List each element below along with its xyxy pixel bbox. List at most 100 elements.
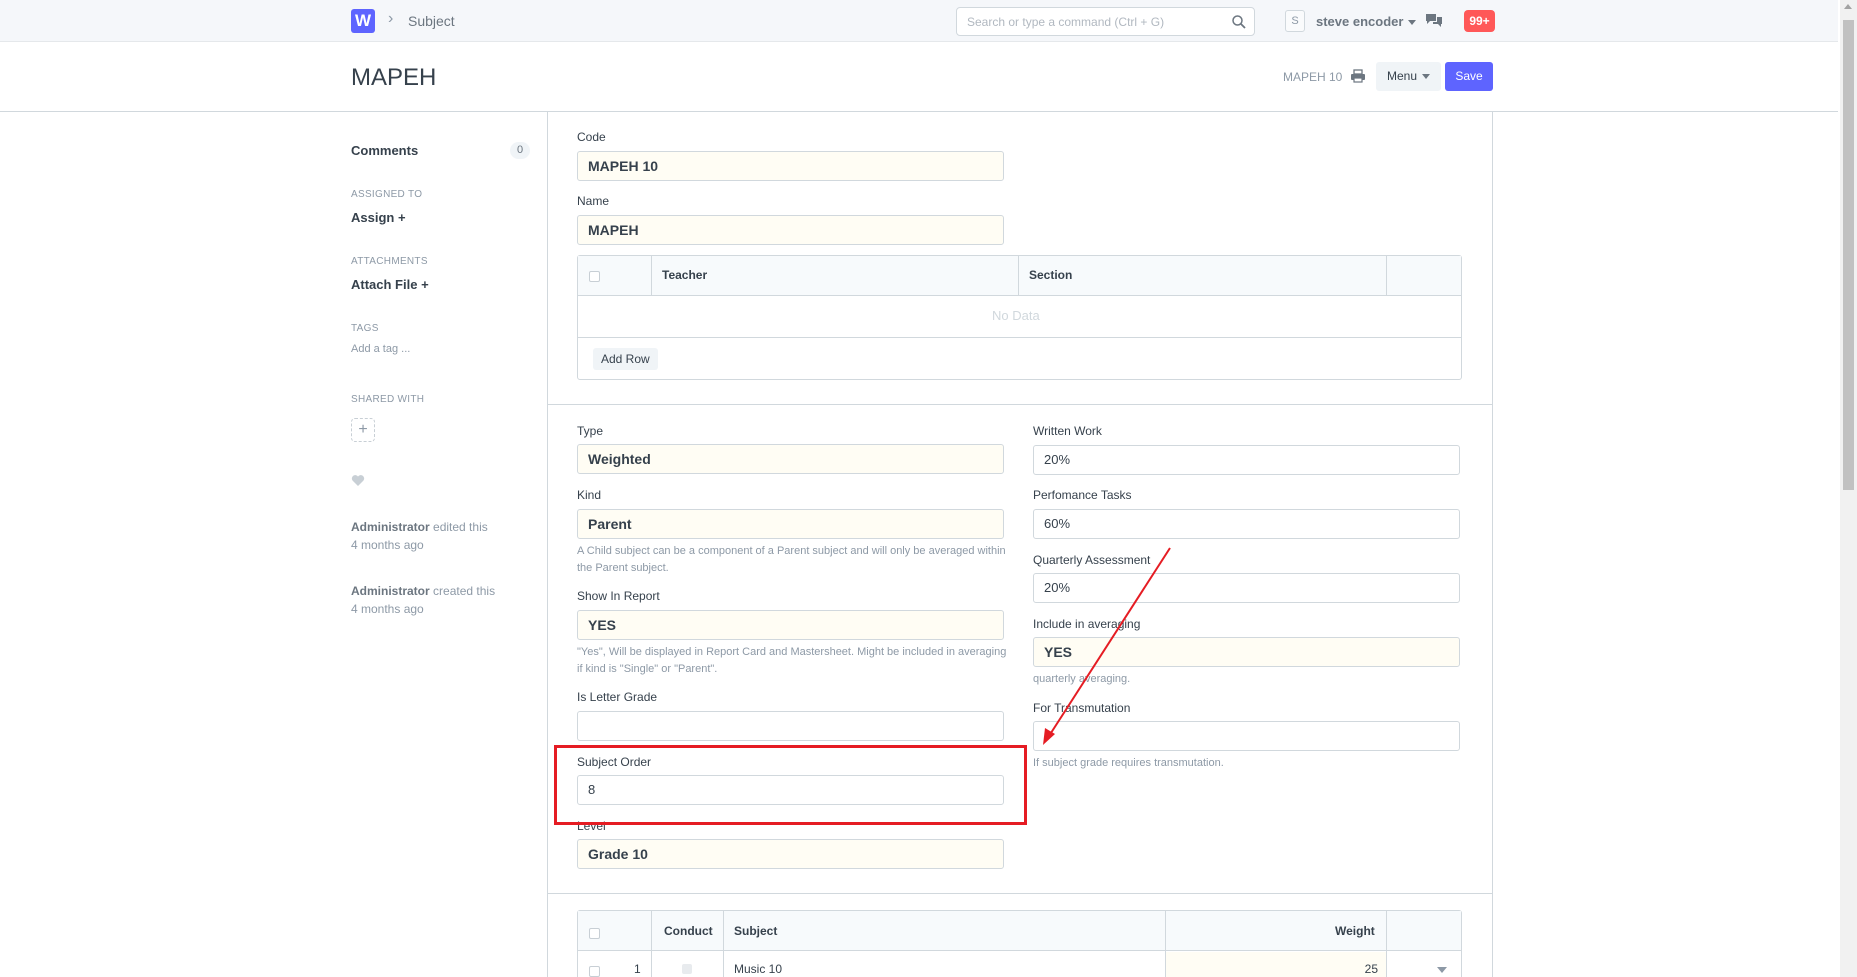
divider [578,337,1461,338]
code-field[interactable]: MAPEH 10 [577,151,1004,181]
activity-action: edited this [433,520,488,534]
activity-item: Administrator edited this 4 months ago [351,518,488,554]
save-button[interactable]: Save [1445,62,1493,91]
activity-user[interactable]: Administrator [351,520,430,534]
show-in-report-label: Show In Report [577,589,660,603]
share-add-button[interactable]: + [351,418,375,442]
grid-header [578,256,1461,296]
assigned-heading: ASSIGNED TO [351,189,423,200]
chevron-right-icon: › [388,10,394,27]
assign-label: Assign [351,210,395,225]
weight-cell-bg [1166,952,1386,977]
assign-link[interactable]: Assign + [351,210,406,225]
is-letter-grade-field[interactable] [577,711,1004,741]
name-label: Name [577,194,610,208]
is-letter-grade-label: Is Letter Grade [577,690,658,704]
conduct-checkbox[interactable] [682,964,692,974]
teachers-grid: Teacher Section No Data Add Row [577,255,1462,380]
level-field[interactable]: Grade 10 [577,839,1004,869]
subject-column-header: Subject [734,924,778,938]
avatar[interactable]: S [1285,10,1305,32]
activity-item: Administrator created this 4 months ago [351,582,495,618]
include-averaging-field[interactable]: YES [1033,637,1460,667]
activity-user[interactable]: Administrator [351,584,430,598]
add-row-button[interactable]: Add Row [593,348,658,370]
activity-time: 4 months ago [351,538,424,552]
plus-icon: + [397,210,406,225]
for-transmutation-field[interactable] [1033,721,1460,751]
teacher-column-header: Teacher [662,268,708,282]
no-data-text: No Data [992,308,1040,323]
search-box[interactable] [956,7,1255,36]
performance-tasks-label: Perfomance Tasks [1033,488,1132,502]
comments-count-badge: 0 [510,142,530,159]
for-transmutation-help: If subject grade requires transmutation. [1033,757,1224,769]
row-expand-icon[interactable] [1437,967,1447,973]
row-index: 1 [634,962,641,976]
show-in-report-help: "Yes", Will be displayed in Report Card … [577,646,1007,675]
navbar: W › Subject S steve encoder 99+ [0,0,1838,42]
scroll-up-icon[interactable] [1844,4,1852,9]
quarterly-assessment-field[interactable]: 20% [1033,573,1460,603]
app-logo[interactable]: W [351,9,375,33]
search-icon[interactable] [1231,14,1247,30]
activity-action: created this [433,584,496,598]
chat-icon[interactable] [1424,12,1444,30]
plus-icon: + [358,421,368,438]
notifications-badge[interactable]: 99+ [1464,10,1495,32]
search-input[interactable] [957,8,1217,35]
divider [1386,256,1387,296]
row-subject[interactable]: Music 10 [734,962,782,976]
divider [1386,911,1387,977]
section-divider [547,404,1493,405]
row-checkbox[interactable] [589,966,600,977]
kind-label: Kind [577,488,602,502]
tags-heading: TAGS [351,323,379,334]
add-tag-input[interactable]: Add a tag ... [351,343,410,355]
plus-icon: + [421,277,429,292]
divider [651,911,652,977]
weight-column-header: Weight [1335,924,1375,938]
divider [651,256,652,296]
section-column-header: Section [1029,268,1073,282]
page-title: MAPEH [351,64,437,91]
for-transmutation-label: For Transmutation [1033,701,1131,715]
quarterly-assessment-label: Quarterly Assessment [1033,553,1151,567]
kind-field[interactable]: Parent [577,509,1004,539]
conduct-column-header: Conduct [664,924,713,938]
select-all-checkbox[interactable] [589,928,600,939]
divider [723,911,724,977]
shared-heading: SHARED WITH [351,394,425,405]
section-divider [547,893,1493,894]
divider [1018,256,1019,296]
menu-button[interactable]: Menu [1376,62,1441,91]
scroll-thumb[interactable] [1843,20,1854,490]
select-all-checkbox[interactable] [589,271,600,282]
caret-down-icon [1408,20,1417,26]
show-in-report-field[interactable]: YES [577,610,1004,640]
components-grid: Conduct Subject Weight 1 Music 10 25 [577,910,1462,977]
doc-name: MAPEH 10 [1283,70,1343,84]
caret-down-icon [1422,74,1431,80]
include-averaging-label: Include in averaging [1033,617,1141,631]
code-label: Code [577,130,606,144]
kind-help: A Child subject can be a component of a … [577,545,1006,574]
name-field[interactable]: MAPEH [577,215,1004,245]
include-averaging-help: quarterly averaging. [1033,673,1131,685]
activity-time: 4 months ago [351,602,424,616]
breadcrumb-subject[interactable]: Subject [408,13,455,29]
type-field[interactable]: Weighted [577,444,1004,474]
performance-tasks-field[interactable]: 60% [1033,509,1460,539]
written-work-label: Written Work [1033,424,1102,438]
user-menu[interactable]: steve encoder [1316,14,1417,29]
print-icon[interactable] [1350,69,1366,83]
sidebar-comments[interactable]: Comments [351,143,418,158]
annotation-box [554,745,1027,825]
attach-file-label: Attach File [351,277,418,292]
attach-file-link[interactable]: Attach File + [351,277,429,292]
heart-icon[interactable] [351,474,365,487]
menu-label: Menu [1386,69,1418,83]
written-work-field[interactable]: 20% [1033,445,1460,475]
row-weight[interactable]: 25 [1358,962,1378,976]
attachments-heading: ATTACHMENTS [351,256,428,267]
